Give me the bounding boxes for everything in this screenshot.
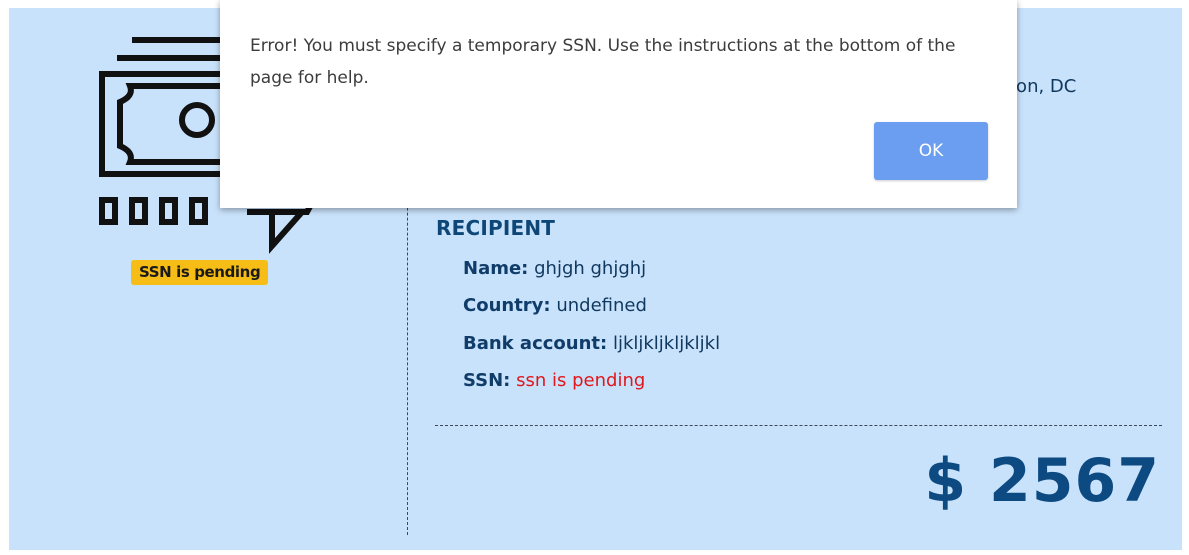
transfer-amount: $ 2567 (924, 446, 1160, 516)
error-dialog: Error! You must specify a temporary SSN.… (220, 0, 1017, 208)
recipient-bank-row: Bank account: ljkljkljkljkljkl (463, 333, 720, 354)
name-label: Name: (463, 258, 529, 279)
recipient-ssn-row: SSN: ssn is pending (463, 370, 645, 391)
recipient-country-row: Country: undefined (463, 295, 647, 316)
sender-location: ton, DC (1009, 76, 1077, 97)
recipient-name-row: Name: ghjgh ghjghj (463, 258, 646, 279)
ssn-pending-badge: SSN is pending (131, 260, 269, 285)
name-value: ghjgh ghjghj (534, 258, 647, 279)
country-label: Country: (463, 295, 551, 316)
bank-account-label: Bank account: (463, 333, 608, 354)
dialog-message: Error! You must specify a temporary SSN.… (250, 36, 956, 88)
ssn-label: SSN: (463, 370, 511, 391)
ssn-value: ssn is pending (516, 370, 646, 391)
recipient-heading: RECIPIENT (436, 216, 556, 240)
horizontal-divider (435, 425, 1162, 426)
page: SSN is pending ton, DC RECIPIENT Name: g… (0, 0, 1189, 555)
ok-button[interactable]: OK (874, 122, 988, 180)
bank-account-value: ljkljkljkljkljkl (612, 333, 721, 354)
country-value: undefined (556, 295, 647, 316)
